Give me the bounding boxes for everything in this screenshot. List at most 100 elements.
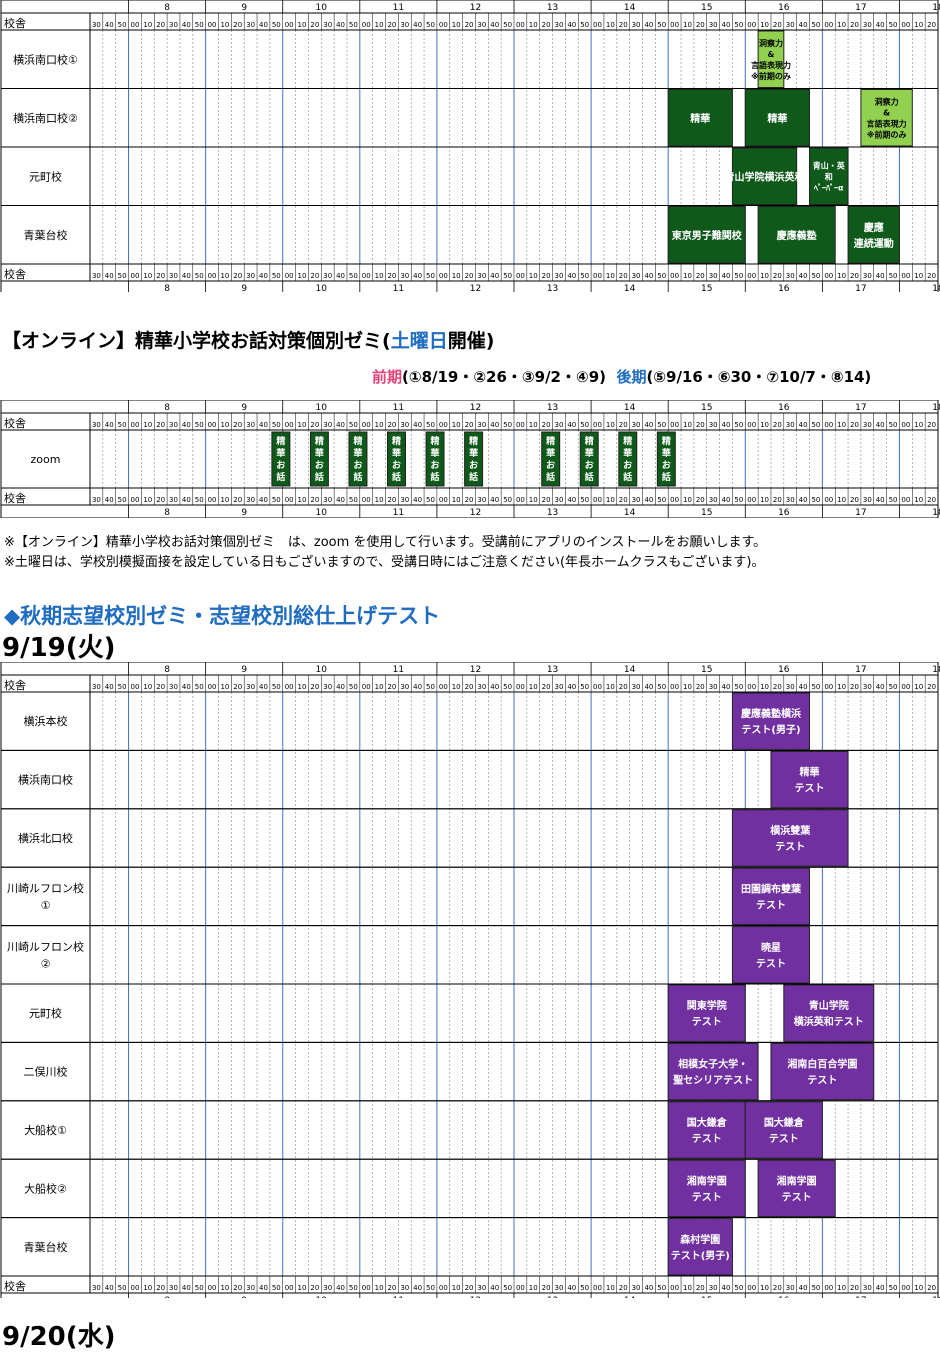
minute-label: 00 bbox=[439, 496, 448, 504]
minute-label: 30 bbox=[786, 272, 795, 280]
schedule-event bbox=[847, 206, 900, 264]
hour-label: 8 bbox=[164, 3, 170, 13]
online-slot-label: お bbox=[546, 460, 555, 471]
minute-label: 20 bbox=[850, 421, 859, 429]
event-label: 青山学院 bbox=[809, 999, 849, 1012]
minute-label: 50 bbox=[657, 421, 666, 429]
hour-label: 12 bbox=[470, 665, 481, 675]
online-row-label: zoom bbox=[31, 453, 61, 466]
minute-label: 40 bbox=[490, 272, 499, 280]
minute-label: 30 bbox=[477, 683, 486, 691]
minute-label: 30 bbox=[169, 496, 178, 504]
minute-label: 30 bbox=[786, 496, 795, 504]
schedule-event bbox=[667, 1101, 746, 1159]
minute-label: 30 bbox=[477, 421, 486, 429]
minute-label: 00 bbox=[439, 1284, 448, 1292]
minute-label: 00 bbox=[439, 683, 448, 691]
minute-label: 00 bbox=[439, 421, 448, 429]
minute-label: 10 bbox=[452, 421, 461, 429]
minute-label: 50 bbox=[272, 683, 281, 691]
minute-label: 00 bbox=[362, 496, 371, 504]
minute-label: 20 bbox=[619, 496, 628, 504]
minute-label: 00 bbox=[131, 683, 140, 691]
minute-label: 40 bbox=[799, 496, 808, 504]
minute-label: 50 bbox=[195, 1284, 204, 1292]
minute-label: 50 bbox=[580, 1284, 589, 1292]
minute-label: 50 bbox=[272, 21, 281, 29]
minute-label: 40 bbox=[722, 21, 731, 29]
minute-label: 30 bbox=[400, 1284, 409, 1292]
minute-label: 40 bbox=[259, 272, 268, 280]
minute-label: 50 bbox=[657, 496, 666, 504]
zenki-dates: (①8/19・②26・③9/2・④9) bbox=[402, 368, 606, 386]
minute-label: 40 bbox=[644, 496, 653, 504]
header-label: 校舎 bbox=[4, 267, 26, 281]
hour-label: 14 bbox=[624, 1296, 636, 1298]
hour-label: 18 bbox=[932, 508, 940, 518]
minute-label: 40 bbox=[567, 1284, 576, 1292]
minute-label: 10 bbox=[529, 421, 538, 429]
minute-label: 30 bbox=[169, 21, 178, 29]
minute-label: 20 bbox=[696, 21, 705, 29]
minute-label: 50 bbox=[734, 683, 743, 691]
hour-label: 18 bbox=[932, 665, 940, 675]
minute-label: 50 bbox=[734, 21, 743, 29]
minute-label: 30 bbox=[555, 421, 564, 429]
minute-label: 00 bbox=[362, 683, 371, 691]
schedule-event bbox=[731, 692, 811, 750]
minute-label: 00 bbox=[516, 1284, 525, 1292]
minute-label: 40 bbox=[722, 496, 731, 504]
minute-label: 40 bbox=[722, 1284, 731, 1292]
event-label: 言語表現力 bbox=[751, 60, 791, 70]
minute-label: 40 bbox=[644, 1284, 653, 1292]
header-label: 校舎 bbox=[4, 678, 26, 692]
minute-label: 20 bbox=[850, 272, 859, 280]
hour-label: 18 bbox=[932, 1296, 940, 1298]
minute-label: 10 bbox=[375, 21, 384, 29]
hour-label: 14 bbox=[624, 284, 636, 292]
minute-label: 50 bbox=[118, 272, 127, 280]
minute-label: 10 bbox=[760, 683, 769, 691]
hour-label: 16 bbox=[778, 508, 790, 518]
minute-label: 00 bbox=[439, 21, 448, 29]
minute-label: 10 bbox=[143, 683, 152, 691]
online-term-dates: 前期(①8/19・②26・③9/2・④9) 後期(⑤9/16・⑥30・⑦10/7… bbox=[372, 366, 871, 387]
minute-label: 50 bbox=[734, 421, 743, 429]
minute-label: 20 bbox=[542, 683, 551, 691]
minute-label: 20 bbox=[387, 1284, 396, 1292]
minute-label: 50 bbox=[118, 496, 127, 504]
minute-label: 10 bbox=[298, 421, 307, 429]
minute-label: 30 bbox=[632, 1284, 641, 1292]
hour-label: 8 bbox=[164, 508, 170, 518]
hour-label: 9 bbox=[241, 403, 247, 413]
minute-label: 00 bbox=[593, 1284, 602, 1292]
header-label: 校舎 bbox=[4, 416, 26, 430]
minute-label: 00 bbox=[208, 1284, 217, 1292]
minute-label: 00 bbox=[593, 421, 602, 429]
minute-label: 20 bbox=[310, 1284, 319, 1292]
minute-label: 20 bbox=[387, 421, 396, 429]
minute-label: 20 bbox=[156, 1284, 165, 1292]
minute-label: 00 bbox=[670, 496, 679, 504]
minute-label: 40 bbox=[490, 21, 499, 29]
minute-label: 10 bbox=[143, 21, 152, 29]
minute-label: 10 bbox=[683, 496, 692, 504]
minute-label: 20 bbox=[387, 683, 396, 691]
test-row-label: 川崎ルフロン校 bbox=[7, 881, 84, 895]
event-label: ※前期のみ bbox=[867, 129, 907, 139]
minute-label: 30 bbox=[786, 1284, 795, 1292]
hour-label: 16 bbox=[778, 1296, 790, 1298]
minute-label: 30 bbox=[246, 683, 255, 691]
minute-label: 50 bbox=[195, 272, 204, 280]
minute-label: 00 bbox=[593, 272, 602, 280]
online-slot-label: 華 bbox=[546, 447, 555, 459]
schedule-event bbox=[770, 1042, 875, 1101]
event-label: 連続運動 bbox=[854, 237, 894, 250]
online-slot-label: 話 bbox=[546, 471, 555, 483]
minute-label: 10 bbox=[837, 21, 846, 29]
event-label: 言語表現力 bbox=[867, 118, 907, 128]
minute-label: 30 bbox=[863, 496, 872, 504]
minute-label: 50 bbox=[272, 272, 281, 280]
minute-label: 00 bbox=[824, 21, 833, 29]
event-label: テスト(男子) bbox=[741, 724, 800, 736]
